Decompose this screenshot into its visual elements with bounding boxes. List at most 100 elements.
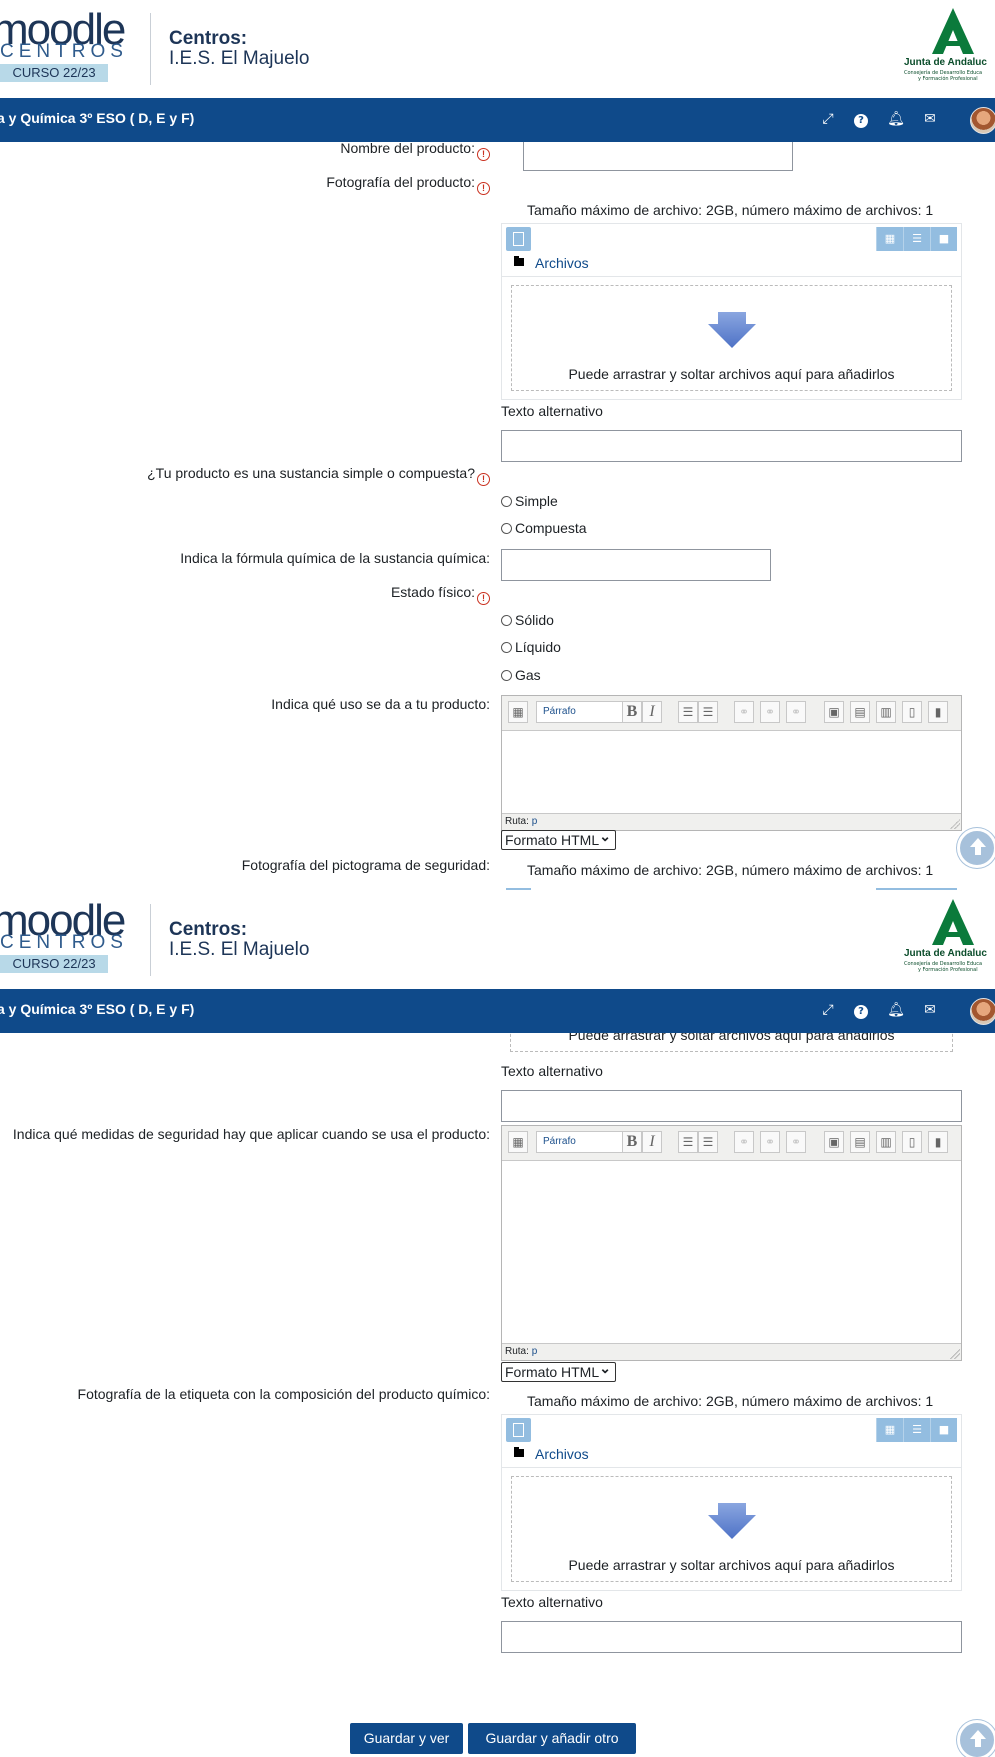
file-icon [513,232,524,246]
save-and-view-button[interactable]: Guardar y ver [350,1723,463,1754]
pictogram-filemanager-partial [501,885,962,890]
user-avatar[interactable] [970,107,995,134]
editor-path-p[interactable]: p [532,1346,538,1357]
anchor-icon[interactable]: ⚭ [786,701,806,723]
add-file-button[interactable] [506,227,531,251]
course-year-badge: CURSO 22/23 [0,955,108,973]
icons-view-button[interactable]: ▦ [876,1418,903,1442]
alt-text-input[interactable] [501,430,962,462]
link-icon[interactable]: ⚭ [734,701,754,723]
scroll-top-button[interactable] [957,828,995,868]
radio-button[interactable] [501,615,512,626]
substance-option-compuesta[interactable]: Compuesta [501,520,587,536]
help-icon[interactable]: ? [852,1001,870,1019]
toolbar-toggle-icon[interactable]: ▦ [508,1131,528,1153]
header-divider [150,904,151,976]
user-avatar[interactable] [970,998,995,1025]
resize-grip-icon[interactable] [950,1349,960,1359]
use-label: Indica qué uso se da a tu producto: [271,696,490,712]
formula-input[interactable] [501,549,771,581]
expand-icon[interactable]: ⤢ [819,110,837,128]
file-dropzone[interactable]: Puede arrastrar y soltar archivos aquí p… [511,285,952,391]
mail-icon[interactable]: ✉ [921,110,939,128]
filemanager-limits: Tamaño máximo de archivo: 2GB, número má… [527,202,934,218]
state-option-solido[interactable]: Sólido [501,612,554,628]
moodle-logo-sub: CENTROS [0,41,128,62]
bold-icon[interactable]: B [622,1131,642,1153]
list-view-button[interactable]: ☰ [903,227,930,251]
unlink-icon[interactable]: ⚭ [760,1131,780,1153]
help-icon[interactable]: ? [852,110,870,128]
radio-button[interactable] [501,496,512,507]
italic-icon[interactable]: I [642,1131,662,1153]
pictogram-filemanager-partial: Puede arrastrar y soltar archivos aquí p… [501,1033,962,1053]
mail-icon[interactable]: ✉ [921,1001,939,1019]
numbered-list-icon[interactable]: ☰ [698,1131,718,1153]
state-option-gas[interactable]: Gas [501,667,541,683]
school-name: I.E.S. El Majuelo [169,939,310,960]
resize-grip-icon[interactable] [950,819,960,829]
alt-text-label: Texto alternativo [501,403,603,419]
paste-text-icon[interactable]: ▮ [928,701,948,723]
save-and-add-another-button[interactable]: Guardar y añadir otro [468,1723,636,1754]
pictogram-alt-text-input[interactable] [501,1090,962,1122]
editor-path-p[interactable]: p [532,816,538,827]
image-icon[interactable]: ▣ [824,1131,844,1153]
numbered-list-icon[interactable]: ☰ [698,701,718,723]
product-name-input[interactable] [523,142,793,171]
folder-view-button[interactable]: ■ [930,1418,957,1442]
bell-icon[interactable]: 🔔︎ [887,110,905,128]
product-photo-filemanager: ▦ ☰ ■ Archivos Puede arrastrar y soltar … [501,223,962,400]
top-navbar: a y Química 3º ESO ( D, E y F) ⤢ ? 🔔︎ ✉ [0,989,995,1033]
alt-text-label: Texto alternativo [501,1063,603,1079]
safety-editor: ▦ Párrafo B I ☰ ☰ ⚭ ⚭ ⚭ ▣ ▤ ▥ ▯ ▮ Ruta: … [501,1125,962,1361]
files-folder-link[interactable]: Archivos [535,255,589,271]
paste-word-icon[interactable]: ▯ [902,701,922,723]
safety-format-select[interactable]: Formato HTML [501,1359,616,1382]
radio-button[interactable] [501,670,512,681]
radio-button[interactable] [501,523,512,534]
moodle-logo-sub: CENTROS [0,932,128,953]
bell-icon[interactable]: 🔔︎ [887,1001,905,1019]
paste-word-icon[interactable]: ▯ [902,1131,922,1153]
required-icon: ! [477,473,490,486]
state-label: Estado físico:! [391,584,490,605]
label-alt-text-input[interactable] [501,1621,962,1653]
site-header: moodle CENTROS CURSO 22/23 Centros: I.E.… [0,891,995,989]
dropzone-text: Puede arrastrar y soltar archivos aquí p… [568,366,895,382]
add-file-button[interactable] [506,1418,531,1442]
toolbar-toggle-icon[interactable]: ▦ [508,701,528,723]
paste-icon[interactable]: ▥ [876,701,896,723]
paste-text-icon[interactable]: ▮ [928,1131,948,1153]
paste-icon[interactable]: ▥ [876,1131,896,1153]
course-title[interactable]: a y Química 3º ESO ( D, E y F) [0,110,194,126]
top-navbar: a y Química 3º ESO ( D, E y F) ⤢ ? 🔔︎ ✉ [0,98,995,142]
course-title[interactable]: a y Química 3º ESO ( D, E y F) [0,1001,194,1017]
radio-button[interactable] [501,642,512,653]
use-format-select[interactable]: Formato HTML [501,827,616,850]
junta-subtitle: Consejería de Desarrollo Educa y Formació… [904,70,983,82]
unlink-icon[interactable]: ⚭ [760,701,780,723]
bullet-list-icon[interactable]: ☰ [678,1131,698,1153]
state-option-liquido[interactable]: Líquido [501,639,561,655]
icons-view-button[interactable]: ▦ [876,227,903,251]
italic-icon[interactable]: I [642,701,662,723]
list-view-button[interactable]: ☰ [903,1418,930,1442]
files-folder-link[interactable]: Archivos [535,1446,589,1462]
file-dropzone[interactable]: Puede arrastrar y soltar archivos aquí p… [511,1476,952,1582]
use-editor-area[interactable] [502,731,961,813]
folder-view-button[interactable]: ■ [930,227,957,251]
scroll-top-button[interactable] [957,1720,995,1757]
expand-icon[interactable]: ⤢ [819,1001,837,1019]
product-photo-label: Fotografía del producto:! [326,174,490,195]
media-icon[interactable]: ▤ [850,701,870,723]
link-icon[interactable]: ⚭ [734,1131,754,1153]
folder-icon [514,256,524,266]
bullet-list-icon[interactable]: ☰ [678,701,698,723]
media-icon[interactable]: ▤ [850,1131,870,1153]
image-icon[interactable]: ▣ [824,701,844,723]
safety-editor-area[interactable] [502,1161,961,1343]
anchor-icon[interactable]: ⚭ [786,1131,806,1153]
substance-option-simple[interactable]: Simple [501,493,558,509]
bold-icon[interactable]: B [622,701,642,723]
